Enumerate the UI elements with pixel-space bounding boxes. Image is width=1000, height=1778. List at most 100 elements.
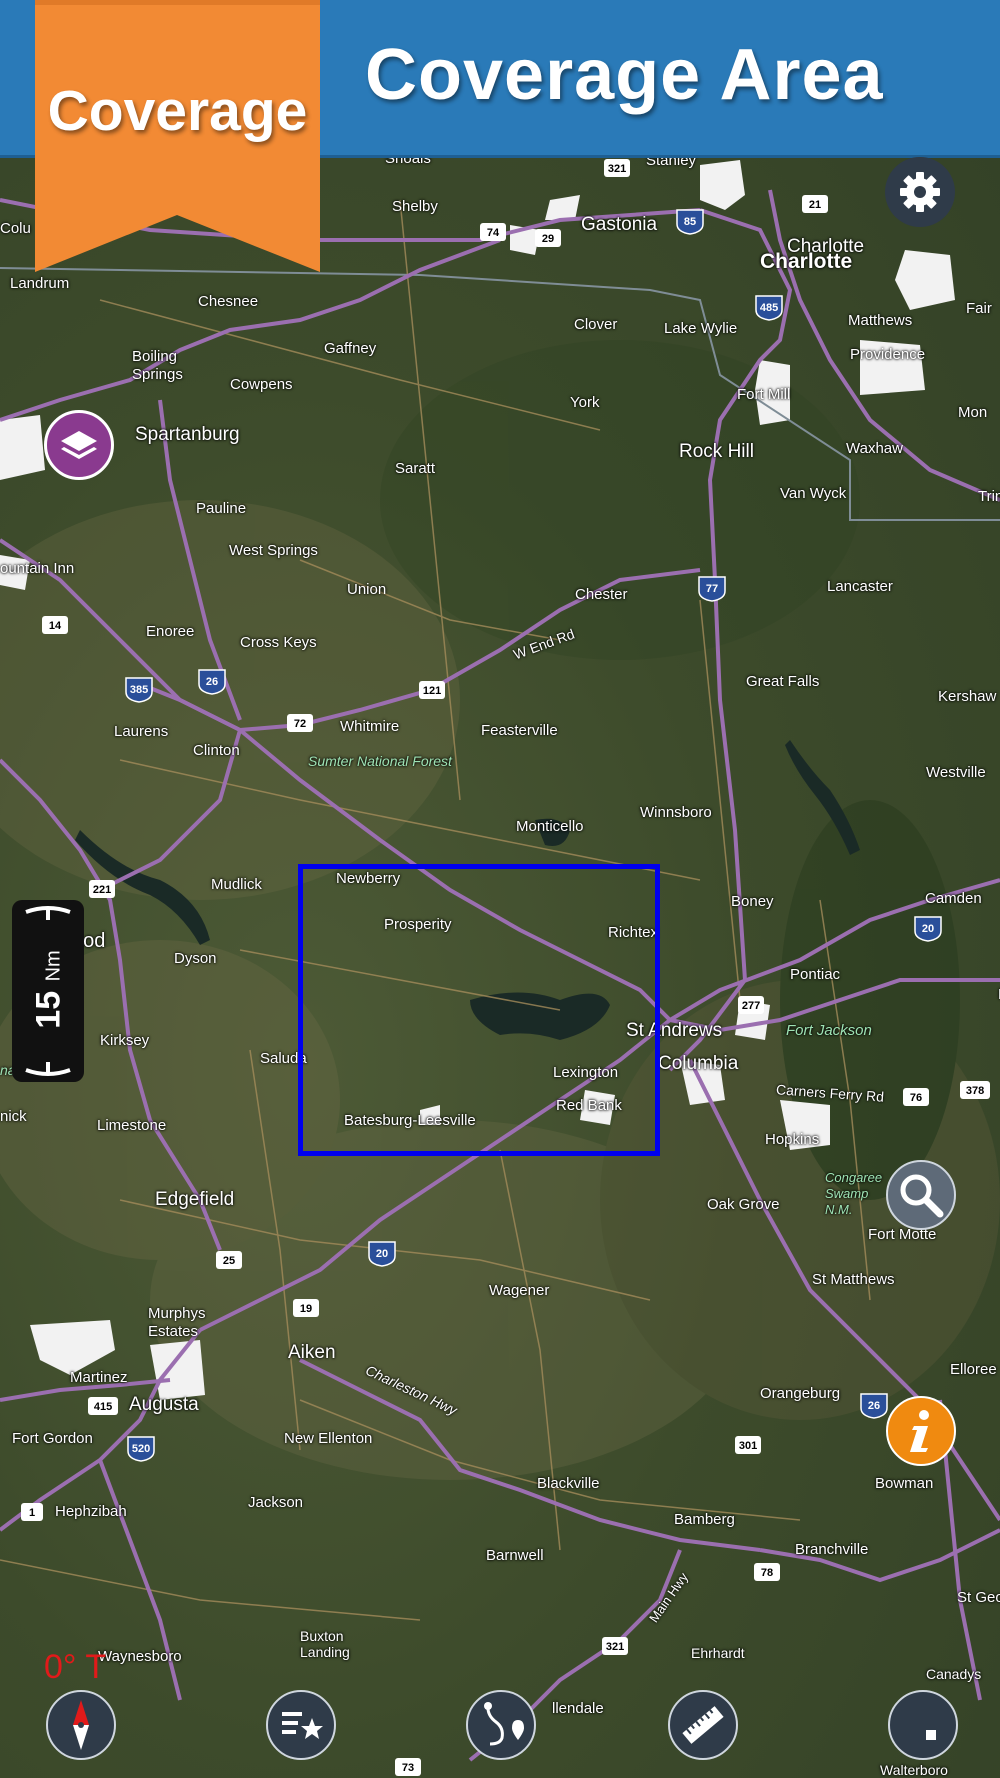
svg-text:121: 121 xyxy=(423,685,441,697)
place-label: Clinton xyxy=(193,742,240,759)
place-label: Chesnee xyxy=(198,293,259,310)
layers-button[interactable] xyxy=(44,410,114,480)
place-label: Murphys Estates xyxy=(148,1305,206,1340)
route-button[interactable] xyxy=(466,1690,536,1760)
park-label: Congaree Swamp N.M. xyxy=(825,1170,883,1217)
info-button[interactable] xyxy=(886,1396,956,1466)
place-label: Waxhaw xyxy=(846,440,903,457)
place-label: Winnsboro xyxy=(640,804,712,821)
place-label: St Matthews xyxy=(812,1271,895,1288)
place-label: Martinez xyxy=(70,1369,128,1386)
svg-text:29: 29 xyxy=(542,233,554,245)
layers-icon xyxy=(61,431,97,459)
place-label: Ehrhardt xyxy=(691,1645,745,1661)
star-list-icon xyxy=(282,1712,323,1739)
svg-text:321: 321 xyxy=(606,1641,624,1653)
place-label: Clover xyxy=(574,316,618,333)
place-label: Mudlick xyxy=(211,876,262,893)
svg-text:73: 73 xyxy=(402,1762,414,1774)
place-label: llendale xyxy=(552,1700,604,1717)
place-label: Rock Hill xyxy=(679,441,754,462)
place-label: Fort Jackson xyxy=(786,1022,872,1039)
place-label: nick xyxy=(0,1108,27,1125)
place-label: Colu xyxy=(0,220,31,237)
place-label: West Springs xyxy=(229,542,318,559)
settings-button[interactable] xyxy=(885,157,955,227)
place-label: Union xyxy=(347,581,387,598)
scale-value: 15 xyxy=(29,990,68,1029)
search-button[interactable] xyxy=(886,1160,956,1230)
place-label: Spartanburg xyxy=(135,424,240,445)
forest-label: Sumter National Forest xyxy=(308,753,452,769)
svg-text:20: 20 xyxy=(376,1248,388,1260)
svg-text:21: 21 xyxy=(809,199,821,211)
scale-label: 15 Nm xyxy=(30,915,69,1065)
place-label: Aiken xyxy=(288,1342,336,1363)
compass-icon xyxy=(73,1700,89,1750)
place-label: Laurens xyxy=(114,723,169,740)
place-label: Camden xyxy=(925,890,982,907)
place-label: Westville xyxy=(926,764,986,781)
place-label-city: Charlotte xyxy=(760,250,853,273)
svg-text:520: 520 xyxy=(132,1443,150,1455)
svg-text:1: 1 xyxy=(29,1507,35,1519)
place-label: Columbia xyxy=(658,1053,739,1074)
place-label: Elloree xyxy=(950,1361,997,1378)
svg-text:20: 20 xyxy=(922,923,934,935)
place-label: Hopkins xyxy=(765,1131,820,1148)
measure-button[interactable] xyxy=(668,1690,738,1760)
svg-text:378: 378 xyxy=(966,1085,984,1097)
page-title: Coverage Area xyxy=(365,35,884,115)
place-label: Cross Keys xyxy=(240,634,317,651)
place-label: Barnwell xyxy=(486,1547,544,1564)
place-label: Bowman xyxy=(875,1475,934,1492)
place-label: Gastonia xyxy=(581,214,658,235)
coverage-selection-box[interactable] xyxy=(298,864,660,1156)
place-label: Walterboro xyxy=(880,1762,948,1778)
place-label: Lake Wylie xyxy=(664,320,738,337)
place-label: Fort Mill xyxy=(737,386,791,403)
svg-text:19: 19 xyxy=(300,1303,312,1315)
place-label: York xyxy=(570,394,600,411)
place-label: Feasterville xyxy=(481,722,558,739)
coverage-ribbon: Coverage xyxy=(35,0,320,275)
svg-text:415: 415 xyxy=(94,1401,112,1413)
place-label: Bamberg xyxy=(674,1511,735,1528)
place-label: Canadys xyxy=(926,1666,982,1682)
place-label: Branchville xyxy=(795,1541,869,1558)
compass-button[interactable] xyxy=(46,1690,116,1760)
place-label: Jackson xyxy=(248,1494,304,1511)
svg-text:74: 74 xyxy=(487,227,500,239)
place-label: Mon xyxy=(958,404,988,421)
place-label: Monticello xyxy=(516,818,584,835)
place-label: Limestone xyxy=(97,1117,167,1134)
place-label: Great Falls xyxy=(746,673,820,690)
place-label: Pauline xyxy=(196,500,247,517)
favorites-button[interactable] xyxy=(266,1690,336,1760)
svg-text:485: 485 xyxy=(760,302,778,314)
svg-text:221: 221 xyxy=(93,884,111,896)
coverage-badge-label: Coverage xyxy=(47,79,308,143)
place-label: Orangeburg xyxy=(760,1385,841,1402)
scale-indicator: 15 Nm xyxy=(12,900,84,1082)
ruler-icon xyxy=(682,1706,724,1744)
place-label: Landrum xyxy=(10,275,70,292)
place-label: Van Wyck xyxy=(780,485,847,502)
place-label: Fort Gordon xyxy=(12,1430,93,1447)
svg-text:76: 76 xyxy=(910,1092,922,1104)
place-label: Matthews xyxy=(848,312,913,329)
place-label: Lancaster xyxy=(827,578,893,595)
place-label: Cowpens xyxy=(230,376,293,393)
place-label: Gaffney xyxy=(324,340,377,357)
stop-button[interactable] xyxy=(888,1690,958,1760)
route-icon xyxy=(484,1702,524,1746)
info-icon xyxy=(910,1410,929,1452)
svg-text:72: 72 xyxy=(294,718,306,730)
place-label: Whitmire xyxy=(340,718,400,735)
svg-text:301: 301 xyxy=(739,1440,757,1452)
place-label: Shelby xyxy=(392,198,438,215)
svg-text:26: 26 xyxy=(206,676,218,688)
place-label: New Ellenton xyxy=(284,1430,373,1447)
place-label: Providence xyxy=(850,346,926,363)
scale-unit: Nm xyxy=(42,950,65,982)
